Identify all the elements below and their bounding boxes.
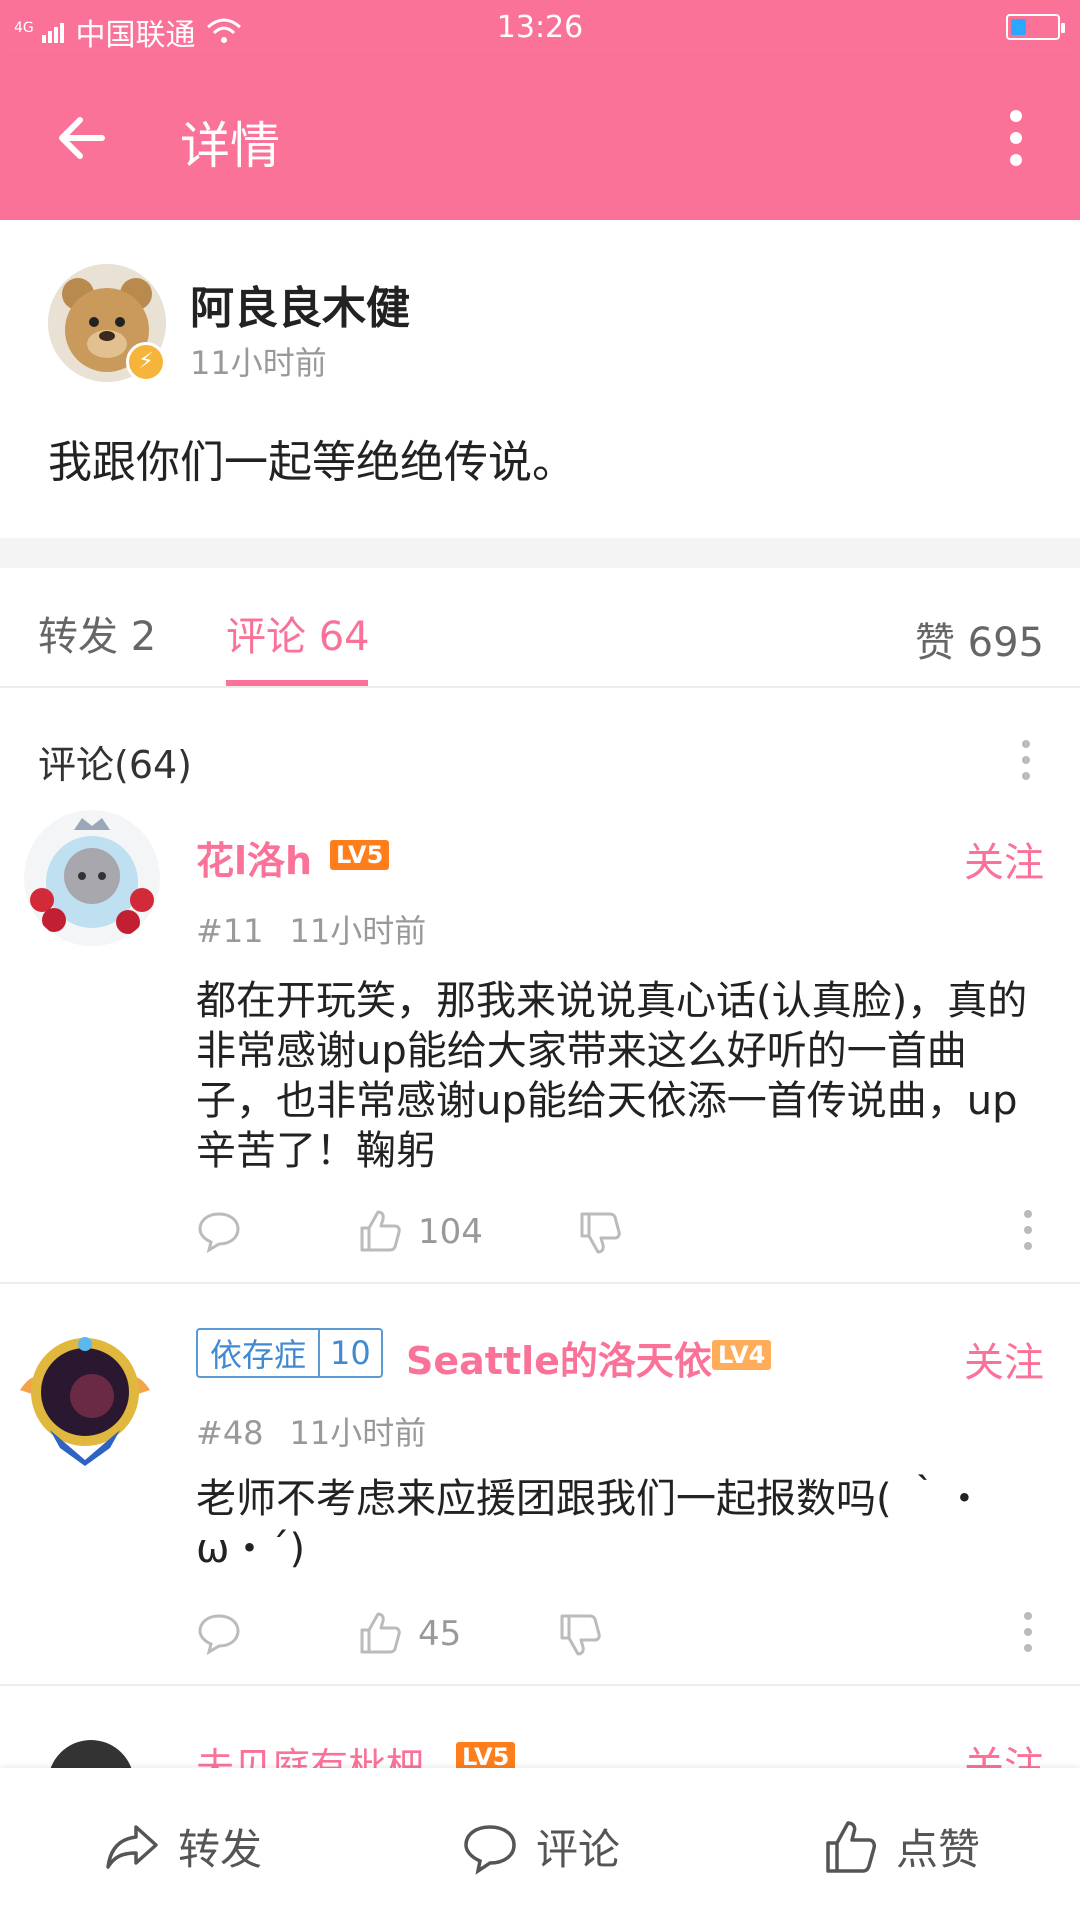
comment-icon	[464, 1824, 516, 1875]
comment-floor: #48	[196, 1414, 264, 1452]
likes-count[interactable]: 赞 695	[915, 610, 1044, 668]
comment-more-icon[interactable]	[1024, 1210, 1032, 1250]
comment-more-icon[interactable]	[1024, 1612, 1032, 1652]
comment-actions: 104	[196, 1208, 1056, 1258]
follow-button[interactable]: 关注	[964, 1330, 1044, 1388]
fan-medal-badge[interactable]: 依存症 10	[196, 1328, 383, 1378]
level-badge: LV5	[456, 1742, 516, 1768]
thumbs-up-icon	[826, 1820, 876, 1873]
comment-author-name[interactable]: 未见庭有枇杷	[196, 1736, 424, 1768]
comment-floor: #11	[196, 912, 264, 950]
comment-item: 依存症 10 Seattle的洛天依 LV4 关注 #48 11小时前 老师不考虑来…	[0, 1284, 1080, 1686]
fan-medal-label: 依存症	[210, 1336, 307, 1374]
more-options-icon[interactable]	[1004, 108, 1028, 168]
like-count: 104	[418, 1212, 483, 1252]
comment-actions: 45	[196, 1610, 1056, 1660]
bottom-action-bar: 转发 评论 点赞	[0, 1768, 1080, 1920]
comment-button[interactable]: 评论	[462, 1816, 620, 1877]
like-label: 点赞	[896, 1825, 981, 1874]
section-divider	[0, 538, 1080, 568]
status-bar: 4G 中国联通 13:26	[0, 0, 1080, 56]
comment-item: 花l洛h LV5 关注 #11 11小时前 都在开玩笑，那我来说说真心话(认真脸)…	[0, 800, 1080, 1284]
anime-avatar-image	[24, 810, 160, 946]
app-bar: 详情	[0, 56, 1080, 220]
follow-button[interactable]: 关注	[964, 1734, 1044, 1768]
comment-text: 都在开玩笑，那我来说说真心话(认真脸)，真的非常感谢up能给大家带来这么好听的一…	[196, 978, 1028, 1174]
tab-reposts[interactable]: 转发 2	[38, 604, 156, 662]
thumbs-down-icon[interactable]	[556, 1612, 602, 1658]
comment-meta: #48 11小时前	[196, 1408, 426, 1454]
comment-author-name[interactable]: 花l洛h	[196, 830, 312, 885]
lightning-icon: ⚡	[138, 349, 154, 374]
comment-time: 11小时前	[289, 912, 427, 950]
comment-avatar[interactable]	[10, 1320, 160, 1470]
verified-badge: ⚡	[126, 342, 166, 382]
comment-text: 老师不考虑来应援团跟我们一起报数吗( ｀・ω・´)	[196, 1476, 985, 1572]
thumbs-up-icon[interactable]	[356, 1610, 402, 1656]
comments-sort-menu-icon[interactable]	[1022, 740, 1030, 780]
like-button[interactable]: 点赞	[822, 1816, 980, 1877]
post-time: 11小时前	[190, 344, 327, 382]
comment-item: 未见庭有枇杷 LV5 关注	[0, 1686, 1080, 1768]
comment-avatar[interactable]	[24, 810, 160, 946]
like-count: 45	[418, 1614, 462, 1654]
level-badge: LV4	[712, 1340, 772, 1370]
comments-header: 评论(64)	[38, 743, 193, 787]
post-author-name[interactable]: 阿良良木健	[190, 272, 410, 336]
thumbs-down-icon[interactable]	[576, 1210, 622, 1256]
level-badge: LV5	[330, 840, 390, 870]
comment-time: 11小时前	[289, 1414, 427, 1452]
comment-meta: #11 11小时前	[196, 906, 426, 952]
comment-author-name[interactable]: Seattle的洛天依	[406, 1330, 712, 1385]
active-tab-indicator	[226, 680, 368, 686]
comment-avatar[interactable]	[48, 1740, 134, 1768]
thumbs-up-icon[interactable]	[356, 1208, 402, 1254]
tab-comments[interactable]: 评论 64	[226, 604, 370, 662]
comment-label: 评论	[536, 1825, 621, 1874]
follow-button[interactable]: 关注	[964, 830, 1044, 888]
reply-icon[interactable]	[196, 1610, 242, 1656]
share-label: 转发	[178, 1825, 263, 1874]
page-title: 详情	[180, 117, 280, 175]
tab-bar: 转发 2 评论 64 赞 695	[0, 568, 1080, 688]
battery-icon	[1006, 14, 1065, 40]
share-icon	[106, 1824, 158, 1869]
reply-icon[interactable]	[196, 1208, 242, 1254]
post-content: 我跟你们一起等绝绝传说。	[48, 437, 576, 488]
status-time: 13:26	[496, 10, 584, 45]
share-button[interactable]: 转发	[104, 1816, 262, 1877]
battery-fill	[1011, 19, 1026, 35]
fan-medal-level: 10	[318, 1330, 381, 1376]
post-card: ⚡ 阿良良木健 11小时前 我跟你们一起等绝绝传说。	[0, 220, 1080, 538]
framed-avatar-image	[20, 1337, 150, 1466]
back-arrow-icon[interactable]	[52, 108, 112, 168]
